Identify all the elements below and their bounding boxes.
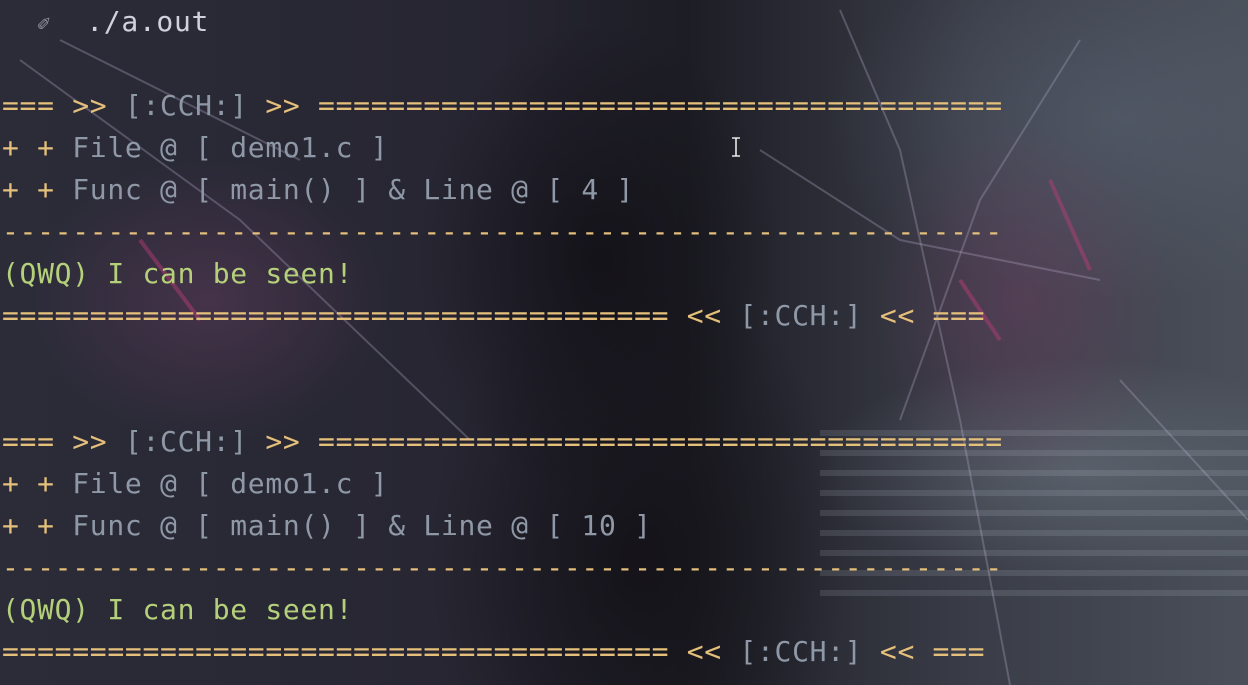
file-prefix: + + xyxy=(2,467,73,500)
func-line: + + Func @ [ main() ] & Line @ [ 4 ] xyxy=(2,172,634,208)
text-cursor-icon xyxy=(732,137,740,157)
block-header: === >> [:CCH:] >> ======================… xyxy=(2,424,1003,460)
footer-tag: [:CCH:] xyxy=(739,635,863,668)
header-tag: [:CCH:] xyxy=(124,89,248,122)
file-label: File @ [ demo1.c ] xyxy=(72,131,389,164)
file-line: + + File @ [ demo1.c ] xyxy=(2,130,388,166)
separator-line: ----------------------------------------… xyxy=(2,215,1003,248)
block-footer: ====================================== <… xyxy=(2,634,985,670)
terminal-prompt-icon: ✐ xyxy=(37,12,52,37)
func-prefix: + + xyxy=(2,173,73,206)
block-footer: ====================================== <… xyxy=(2,298,985,334)
func-line: + + Func @ [ main() ] & Line @ [ 10 ] xyxy=(2,508,652,544)
header-suffix: >> =====================================… xyxy=(247,89,1003,122)
file-prefix: + + xyxy=(2,131,73,164)
file-line: + + File @ [ demo1.c ] xyxy=(2,466,388,502)
message-line: (QWQ) I can be seen! xyxy=(2,257,354,290)
footer-suffix: << === xyxy=(862,635,986,668)
file-label: File @ [ demo1.c ] xyxy=(72,467,389,500)
func-label: Func @ [ main() ] & Line @ [ 4 ] xyxy=(72,173,635,206)
footer-suffix: << === xyxy=(862,299,986,332)
func-prefix: + + xyxy=(2,509,73,542)
header-prefix: === >> xyxy=(2,89,125,122)
command-text: ./a.out xyxy=(86,5,210,38)
footer-tag: [:CCH:] xyxy=(739,299,863,332)
separator-line: ----------------------------------------… xyxy=(2,551,1003,584)
block-header: === >> [:CCH:] >> ======================… xyxy=(2,88,1003,124)
header-tag: [:CCH:] xyxy=(124,425,248,458)
header-suffix: >> =====================================… xyxy=(247,425,1003,458)
footer-prefix: ====================================== <… xyxy=(2,635,740,668)
footer-prefix: ====================================== <… xyxy=(2,299,740,332)
header-prefix: === >> xyxy=(2,425,125,458)
func-label: Func @ [ main() ] & Line @ [ 10 ] xyxy=(72,509,652,542)
prompt-line: ✐ ./a.out xyxy=(2,4,209,40)
message-line: (QWQ) I can be seen! xyxy=(2,593,354,626)
